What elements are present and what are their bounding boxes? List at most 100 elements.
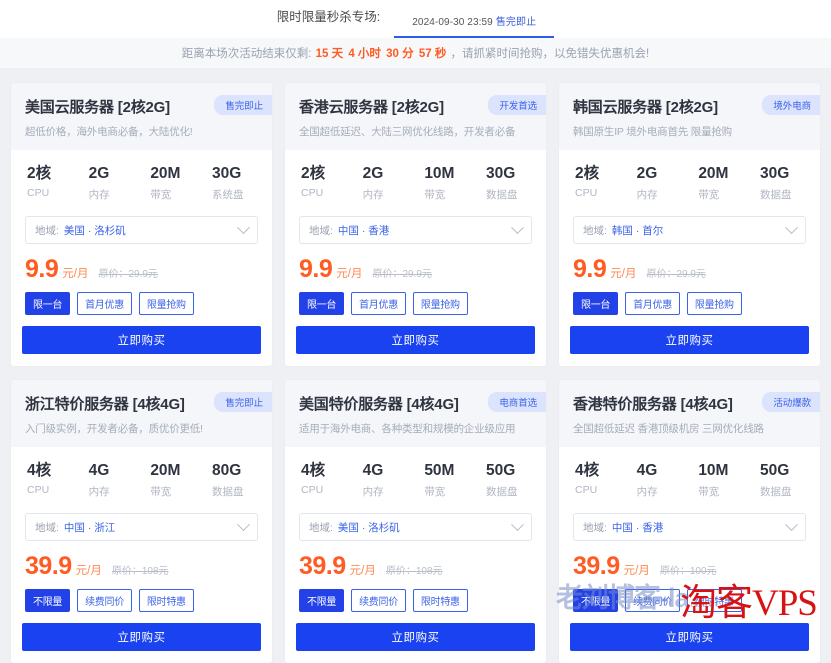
spec-item: 4核CPU: [301, 462, 345, 499]
product-card-grid: 美国云服务器 [2核2G]超低价格，海外电商必备，大陆优化!售完即止2核CPU2…: [0, 69, 831, 663]
spec-item: 2G内存: [89, 165, 133, 202]
card-badge: 境外电商: [762, 95, 820, 115]
price-unit: 元/月: [76, 562, 102, 578]
region-select[interactable]: 地域:美国 · 洛杉矶: [25, 216, 258, 244]
countdown-hours: 4 小时: [348, 48, 381, 60]
region-select[interactable]: 地域:中国 · 浙江: [25, 513, 258, 541]
spec-item: 50G数据盘: [486, 462, 530, 499]
region-select-value: 中国 · 浙江: [64, 520, 239, 535]
card-badge: 开发首选: [488, 95, 546, 115]
promo-tag-list: 限一台首月优惠限量抢购: [299, 292, 532, 315]
spec-item: 4核 CPU: [575, 462, 619, 499]
promo-tag: 限量抢购: [413, 292, 468, 315]
spec-key: 内存: [637, 484, 681, 499]
promo-header-label: 限时限量秒杀专场:: [277, 6, 380, 38]
region-select-label: 地域:: [583, 223, 607, 238]
card-body: 4核CPU4G内存10M带宽50G数据盘地域:中国 · 香港39.9元/月原价：…: [559, 447, 820, 612]
price-unit: 元/月: [350, 562, 376, 578]
promo-tag: 限一台: [573, 292, 618, 315]
spec-key: CPU: [575, 484, 619, 496]
promo-tag-list: 限一台首月优惠限量抢购: [25, 292, 258, 315]
spec-key: 内存: [363, 187, 407, 202]
original-price: 原价：29.9元: [372, 265, 431, 280]
price-amount: 39.9: [25, 554, 72, 579]
card-body: 2核CPU2G内存10M带宽30G数据盘地域:中国 · 香港9.9元/月原价：2…: [285, 150, 546, 315]
spec-value: 2核: [301, 165, 345, 182]
card-header: 美国云服务器 [2核2G]超低价格，海外电商必备，大陆优化!售完即止: [11, 83, 272, 150]
spec-value: 50G: [486, 462, 530, 479]
product-card: 香港特价服务器 [4核4G]全国超低延迟 香港顶级机房 三网优化线路活动爆款4核…: [559, 380, 820, 663]
buy-now-button[interactable]: 立即购买: [22, 326, 261, 354]
region-select[interactable]: 地域:中国 · 香港: [573, 513, 806, 541]
card-header: 美国特价服务器 [4核4G]适用于海外电商、各种类型和规模的企业级应用电商首选: [285, 380, 546, 447]
promo-tag: 首月优惠: [77, 292, 132, 315]
spec-key: 内存: [637, 187, 681, 202]
spec-item: 2核CPU: [575, 165, 619, 202]
spec-key: 系统盘: [212, 187, 256, 202]
chevron-down-icon: [511, 221, 524, 234]
spec-item: 2G内存: [637, 165, 681, 202]
spec-key: 带宽: [698, 187, 742, 202]
spec-value: 4G: [637, 462, 681, 479]
buy-now-button[interactable]: 立即购买: [296, 623, 535, 651]
promo-tag: 不限量: [573, 589, 618, 612]
price-amount: 9.9: [299, 257, 332, 282]
spec-value: 2G: [89, 165, 133, 182]
region-select[interactable]: 地域:美国 · 洛杉矶: [299, 513, 532, 541]
spec-list: 4核CPU4G内存50M带宽50G数据盘: [299, 460, 532, 499]
countdown-suffix: ，请抓紧时间抢购，以免错失优惠机会!: [451, 48, 650, 60]
promo-tag: 限时特惠: [139, 589, 194, 612]
card-header: 韩国云服务器 [2核2G]韩国原生IP 境外电商首先 限量抢购境外电商: [559, 83, 820, 150]
spec-value: 4核: [27, 462, 71, 479]
buy-now-button[interactable]: 立即购买: [570, 326, 809, 354]
buy-now-button[interactable]: 立即购买: [22, 623, 261, 651]
spec-key: CPU: [301, 187, 345, 199]
spec-value: 4核: [575, 462, 619, 479]
card-subtitle: 适用于海外电商、各种类型和规模的企业级应用: [299, 421, 532, 436]
region-select[interactable]: 地域:韩国 · 首尔: [573, 216, 806, 244]
original-price: 原价：29.9元: [646, 265, 705, 280]
region-select[interactable]: 地域:中国 · 香港: [299, 216, 532, 244]
countdown-text: 距离本场次活动结束仅剩: 15 天 4 小时 30 分 57 秒 ，请抓紧时间抢…: [182, 45, 650, 61]
spec-key: 带宽: [150, 187, 194, 202]
product-card: 香港云服务器 [2核2G]全国超低延迟、大陆三网优化线路，开发者必备开发首选2核…: [285, 83, 546, 366]
original-price: 原价：108元: [112, 562, 169, 577]
price-unit: 元/月: [624, 562, 650, 578]
spec-key: 数据盘: [486, 187, 530, 202]
spec-value: 4G: [363, 462, 407, 479]
spec-key: 内存: [89, 484, 133, 499]
chevron-down-icon: [237, 221, 250, 234]
spec-item: 2核CPU: [27, 165, 71, 202]
product-card: 韩国云服务器 [2核2G]韩国原生IP 境外电商首先 限量抢购境外电商 2核CPU…: [559, 83, 820, 366]
buy-now-button[interactable]: 立即购买: [570, 623, 809, 651]
card-body: 2核CPU2G内存20M带宽30G系统盘地域:美国 · 洛杉矶9.9元/月原价：…: [11, 150, 272, 315]
promo-tag: 限量抢购: [139, 292, 194, 315]
countdown-days: 15 天: [316, 48, 344, 60]
spec-key: CPU: [27, 484, 71, 496]
promo-tag: 限量抢购: [687, 292, 742, 315]
spec-value: 2G: [363, 165, 407, 182]
tab-session-date-text: 2024-09-30 23:59售完即止: [412, 13, 536, 28]
chevron-down-icon: [785, 221, 798, 234]
price-row: 9.9元/月原价：29.9元: [299, 257, 532, 282]
region-select-label: 地域:: [309, 223, 333, 238]
session-date-suffix: 售完即止: [496, 17, 536, 28]
spec-item: 4G内存: [363, 462, 407, 499]
spec-value: 20M: [150, 462, 194, 479]
promo-tag: 限一台: [25, 292, 70, 315]
buy-now-button[interactable]: 立即购买: [296, 326, 535, 354]
price-unit: 元/月: [610, 265, 636, 281]
spec-key: 带宽: [698, 484, 742, 499]
price-row: 39.9元/月原价：100元: [573, 554, 806, 579]
promo-tag-list: 不限量续费同价限时特惠: [573, 589, 806, 612]
card-badge: 售完即止: [214, 392, 272, 412]
spec-value: 2核: [575, 165, 619, 182]
spec-item: 20M带宽: [150, 462, 194, 499]
chevron-down-icon: [237, 518, 250, 531]
promo-tag: 限一台: [299, 292, 344, 315]
spec-item: 4核 CPU: [27, 462, 71, 499]
region-select-label: 地域:: [35, 223, 59, 238]
price-row: 9.9元/月原价：29.9元: [25, 257, 258, 282]
promo-tag: 限时特惠: [413, 589, 468, 612]
tab-session-date[interactable]: 2024-09-30 23:59售完即止: [394, 0, 554, 38]
